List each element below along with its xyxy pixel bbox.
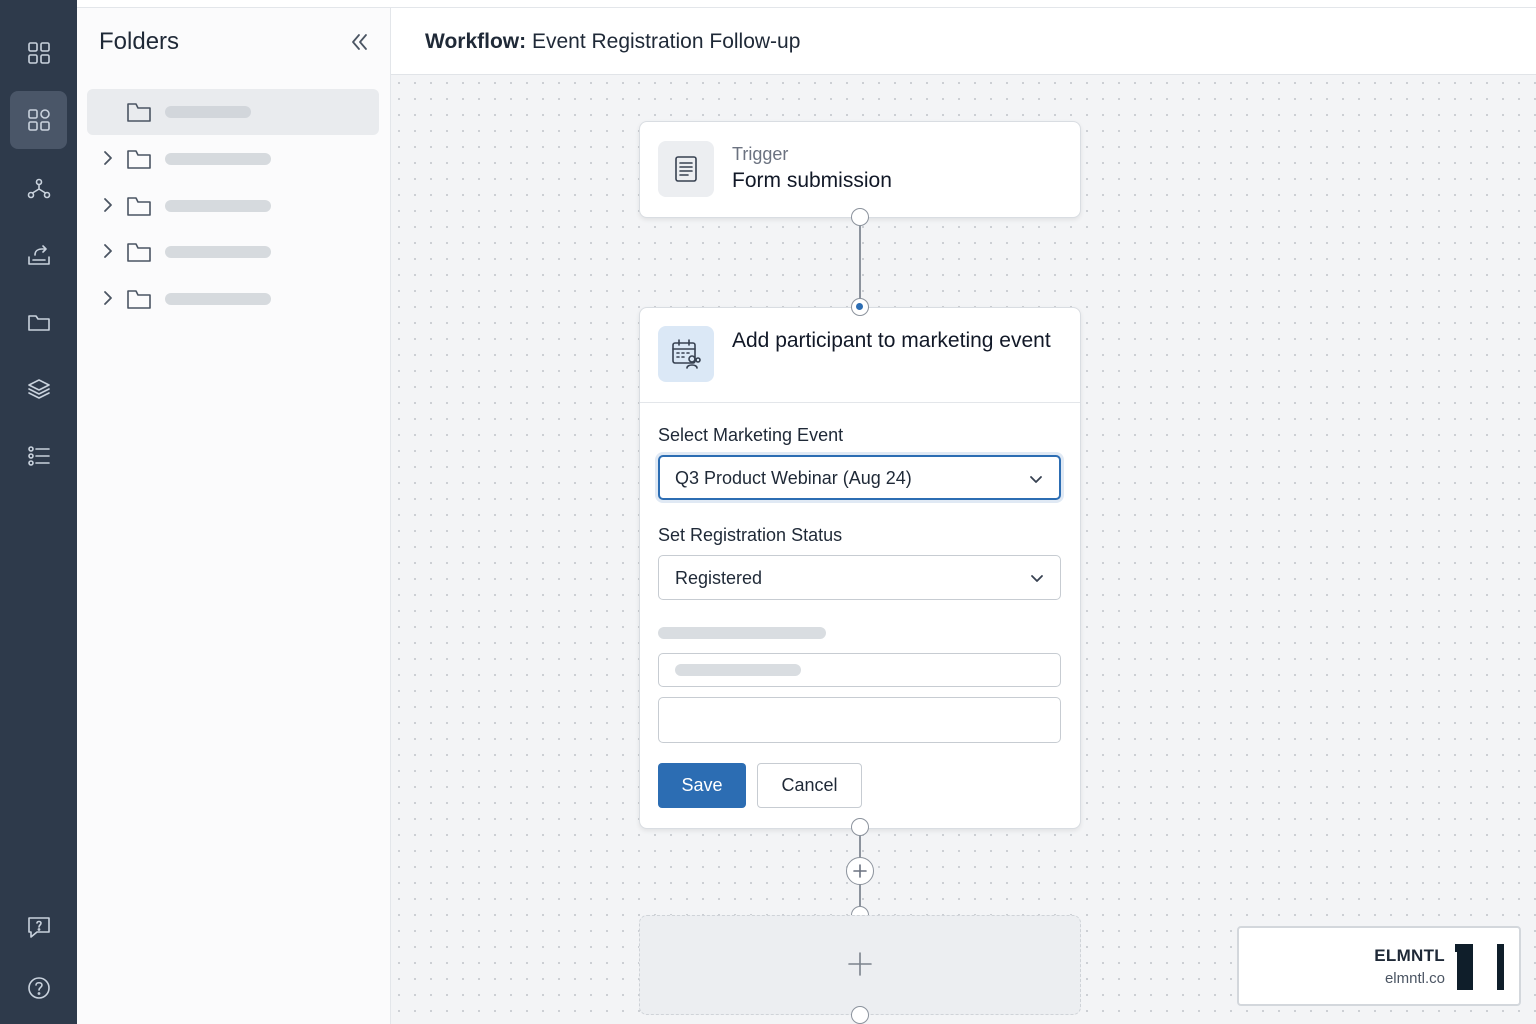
folder-icon bbox=[125, 239, 153, 265]
plus-icon bbox=[845, 949, 875, 979]
page-title: Workflow: Event Registration Follow-up bbox=[425, 30, 800, 54]
rail-help-button[interactable] bbox=[10, 959, 67, 1017]
workflow-name: Event Registration Follow-up bbox=[531, 30, 801, 53]
trigger-node[interactable]: Trigger Form submission bbox=[639, 121, 1081, 218]
chevron-right-icon[interactable] bbox=[99, 242, 117, 260]
add-step-button[interactable] bbox=[846, 857, 874, 885]
folder-item[interactable] bbox=[87, 89, 379, 135]
folder-item[interactable] bbox=[87, 183, 379, 229]
icon-rail bbox=[0, 0, 77, 1024]
chevron-down-icon bbox=[1027, 470, 1045, 488]
folder-icon bbox=[125, 193, 153, 219]
event-field-label: Select Marketing Event bbox=[658, 425, 844, 445]
registration-status-select[interactable]: Registered bbox=[658, 555, 1061, 600]
empty-input[interactable] bbox=[658, 697, 1061, 743]
grid-icon bbox=[27, 42, 50, 64]
status-field-label: Set Registration Status bbox=[658, 525, 843, 545]
rail-feedback-button[interactable] bbox=[10, 898, 67, 956]
folders-panel: Folders bbox=[77, 0, 391, 1024]
folder-name-placeholder bbox=[165, 106, 251, 118]
trigger-title: Form submission bbox=[732, 169, 892, 192]
folder-item[interactable] bbox=[87, 136, 379, 182]
workflow-canvas[interactable]: Trigger Form submission Add participant … bbox=[391, 75, 1536, 1024]
folder-icon bbox=[125, 286, 153, 312]
apps-icon bbox=[27, 109, 50, 131]
folder-name-placeholder bbox=[165, 200, 271, 212]
placeholder-input[interactable] bbox=[658, 653, 1061, 687]
action-title: Add participant to marketing event bbox=[732, 329, 1051, 352]
field-label-placeholder bbox=[658, 627, 826, 639]
checklist-icon bbox=[27, 446, 50, 466]
folder-icon bbox=[27, 315, 50, 331]
output-port[interactable] bbox=[851, 818, 869, 836]
upload-tray-icon bbox=[27, 245, 50, 265]
form-icon bbox=[675, 156, 697, 182]
connector-port[interactable] bbox=[851, 1006, 869, 1024]
brand-badge: ELMNTL elmntl.co bbox=[1237, 926, 1521, 1006]
folder-icon bbox=[125, 99, 153, 125]
rail-grid-button[interactable] bbox=[10, 24, 67, 82]
cancel-button[interactable]: Cancel bbox=[757, 763, 862, 808]
marketing-event-value: Q3 Product Webinar (Aug 24) bbox=[675, 468, 912, 488]
workflow-header: Workflow: Event Registration Follow-up bbox=[391, 8, 1536, 75]
brand-name: ELMNTL bbox=[1374, 946, 1445, 965]
input-port[interactable] bbox=[851, 298, 869, 316]
output-port[interactable] bbox=[851, 208, 869, 226]
top-border bbox=[77, 0, 1536, 8]
plus-icon bbox=[853, 864, 867, 878]
rail-upload-button[interactable] bbox=[10, 226, 67, 284]
action-node[interactable]: Add participant to marketing event Selec… bbox=[639, 307, 1081, 829]
double-chevron-left-icon bbox=[352, 34, 367, 50]
action-icon-box bbox=[658, 326, 714, 382]
folder-name-placeholder bbox=[165, 246, 271, 258]
folder-name-placeholder bbox=[165, 293, 271, 305]
chevron-right-icon[interactable] bbox=[99, 149, 117, 167]
folder-icon bbox=[125, 146, 153, 172]
workflow-icon bbox=[27, 178, 50, 199]
rail-apps-button[interactable] bbox=[10, 91, 67, 149]
folders-title: Folders bbox=[99, 28, 180, 55]
folder-item[interactable] bbox=[87, 276, 379, 322]
help-icon bbox=[27, 977, 50, 999]
rail-folder-button[interactable] bbox=[10, 293, 67, 351]
rail-workflow-button[interactable] bbox=[10, 159, 67, 217]
chevron-right-icon[interactable] bbox=[99, 196, 117, 214]
folder-name-placeholder bbox=[165, 153, 271, 165]
save-button[interactable]: Save bbox=[658, 763, 746, 808]
input-value-placeholder bbox=[675, 664, 801, 676]
collapse-panel-button[interactable] bbox=[345, 28, 373, 56]
rail-layers-button[interactable] bbox=[10, 360, 67, 418]
trigger-kicker: Trigger bbox=[732, 144, 789, 164]
add-next-step-placeholder[interactable] bbox=[639, 915, 1081, 1015]
feedback-icon bbox=[27, 917, 50, 938]
calendar-people-icon bbox=[672, 339, 701, 369]
divider bbox=[640, 402, 1080, 403]
chevron-right-icon[interactable] bbox=[99, 289, 117, 307]
layers-icon bbox=[27, 379, 50, 399]
folder-item[interactable] bbox=[87, 229, 379, 275]
chevron-down-icon bbox=[1028, 569, 1046, 587]
rail-checklist-button[interactable] bbox=[10, 427, 67, 485]
title-prefix: Workflow: bbox=[425, 30, 527, 53]
marketing-event-select[interactable]: Q3 Product Webinar (Aug 24) bbox=[658, 455, 1061, 500]
connector-line bbox=[859, 225, 861, 307]
brand-logo-icon bbox=[1455, 944, 1504, 990]
brand-url: elmntl.co bbox=[1384, 970, 1445, 987]
registration-status-value: Registered bbox=[675, 568, 763, 588]
trigger-icon-box bbox=[658, 141, 714, 197]
